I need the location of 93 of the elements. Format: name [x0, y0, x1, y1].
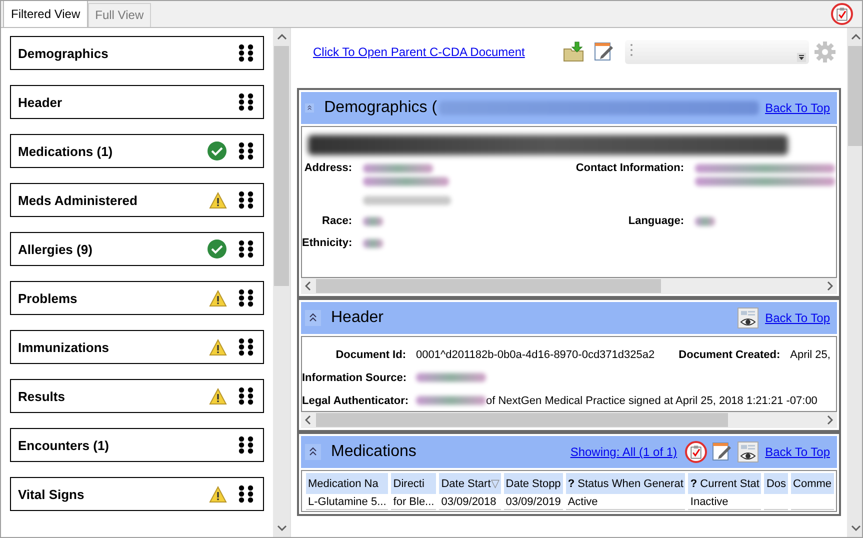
clipboard-check-icon[interactable] [835, 6, 849, 20]
table-cell: 03/09/2018 [441, 496, 496, 508]
column-header[interactable]: Date Stopp [504, 473, 563, 495]
section-title: Demographics ( [324, 99, 438, 117]
sidebar-item[interactable]: Demographics [10, 36, 264, 70]
field-value: April 25, [790, 348, 830, 360]
column-header[interactable]: Dos [764, 473, 788, 495]
back-to-top-link[interactable]: Back To Top [765, 311, 830, 325]
edit-icon[interactable] [711, 441, 734, 463]
folder-arrow-icon[interactable] [562, 41, 585, 63]
scroll-thumb[interactable] [316, 279, 661, 293]
grip-icon[interactable] [238, 338, 254, 356]
section-title: Medications [331, 443, 416, 461]
grip-icon [630, 43, 633, 57]
sidebar-item[interactable]: Problems [10, 281, 264, 315]
field-label: Information Source: [302, 372, 406, 384]
column-header[interactable]: Medication Na [306, 473, 388, 495]
preview-icon[interactable] [737, 441, 760, 463]
column-header[interactable]: Date Start▽ [439, 473, 501, 495]
grip-icon[interactable] [238, 44, 254, 62]
parent-document-link[interactable]: Click To Open Parent C-CDA Document [313, 45, 525, 59]
scroll-down-icon[interactable] [276, 525, 286, 531]
scroll-left-icon[interactable] [305, 415, 311, 425]
sidebar-item[interactable]: Header [10, 85, 264, 119]
field-label: Ethnicity: [302, 237, 352, 249]
scroll-right-icon[interactable] [827, 281, 833, 291]
sidebar-item[interactable]: Meds Administered [10, 183, 264, 217]
field-label: Contact Information: [574, 162, 684, 176]
sidebar-item[interactable]: Encounters (1) [10, 428, 264, 462]
scroll-thumb[interactable] [274, 46, 289, 286]
clipboard-check-icon[interactable] [689, 445, 704, 459]
grip-icon[interactable] [238, 289, 254, 307]
collapse-icon[interactable] [305, 444, 321, 460]
column-header[interactable]: ? Status When Generat [566, 473, 686, 495]
scroll-thumb[interactable] [848, 46, 862, 146]
tab[interactable]: Full View [88, 3, 151, 27]
table-cell: Inactive [690, 496, 728, 508]
grip-icon[interactable] [238, 191, 254, 209]
warning-icon [209, 388, 227, 404]
table-cell: L-Glutamine 5... [308, 496, 386, 508]
column-header[interactable]: ? Current Stat [688, 473, 762, 495]
vertical-scrollbar[interactable] [273, 28, 290, 537]
redacted-text [363, 217, 383, 226]
showing-filter-link[interactable]: Showing: All (1 of 1) [570, 445, 678, 459]
back-to-top-link[interactable]: Back To Top [765, 101, 830, 115]
sidebar-item[interactable]: Vital Signs [10, 477, 264, 511]
table-cell: for Ble... [393, 496, 434, 508]
field-label: Legal Authenticator: [302, 394, 406, 406]
warning-icon [209, 290, 227, 306]
scroll-up-icon[interactable] [850, 34, 860, 40]
section-title: Header [331, 309, 384, 327]
horizontal-scrollbar[interactable] [301, 278, 837, 294]
preview-icon[interactable] [737, 307, 760, 329]
field-label: Document Created: [678, 348, 780, 360]
field-value: 0001^d201182b-0b0a-4d16-8970-0cd371d325a2 [416, 348, 655, 360]
field-value: of NextGen Medical Practice signed at April 25, 2018 1:21:21 -07:00 [486, 394, 818, 406]
field-label: Document Id: [334, 348, 406, 360]
scroll-right-icon[interactable] [827, 415, 833, 425]
vertical-scrollbar[interactable] [847, 28, 862, 537]
check-circle-icon [207, 141, 227, 161]
grip-icon[interactable] [238, 93, 254, 111]
table-cell: Active [568, 496, 598, 508]
scroll-left-icon[interactable] [305, 281, 311, 291]
warning-icon [209, 192, 227, 208]
grip-icon[interactable] [238, 436, 254, 454]
scroll-thumb[interactable] [316, 413, 728, 427]
redacted-text [695, 217, 715, 226]
column-header[interactable]: Directi [391, 473, 436, 495]
sidebar-item[interactable]: Results [10, 379, 264, 413]
warning-icon [209, 486, 227, 502]
scroll-down-icon[interactable] [850, 525, 860, 531]
edit-icon[interactable] [592, 41, 615, 63]
scroll-up-icon[interactable] [276, 34, 286, 40]
sidebar-item[interactable]: Medications (1) [10, 134, 264, 168]
field-label: Address: [303, 162, 352, 176]
warning-icon [209, 338, 227, 356]
grip-icon[interactable] [238, 240, 254, 258]
collapse-icon[interactable] [305, 310, 321, 326]
horizontal-scrollbar[interactable] [301, 412, 837, 428]
redacted-text [363, 239, 383, 248]
table-cell: 03/09/2019 [506, 496, 561, 508]
grip-icon[interactable] [238, 485, 254, 503]
sidebar-item[interactable]: Immunizations [10, 330, 264, 364]
check-circle-icon [207, 239, 227, 259]
back-to-top-link[interactable]: Back To Top [765, 445, 830, 459]
redacted-text [363, 164, 433, 173]
field-label: Race: [321, 215, 352, 227]
column-header[interactable]: Comme [791, 473, 834, 495]
tab[interactable]: Filtered View [3, 1, 88, 27]
grip-icon[interactable] [238, 387, 254, 405]
grip-icon[interactable] [238, 142, 254, 160]
sidebar-item[interactable]: Allergies (9) [10, 232, 264, 266]
field-label: Language: [627, 215, 684, 227]
